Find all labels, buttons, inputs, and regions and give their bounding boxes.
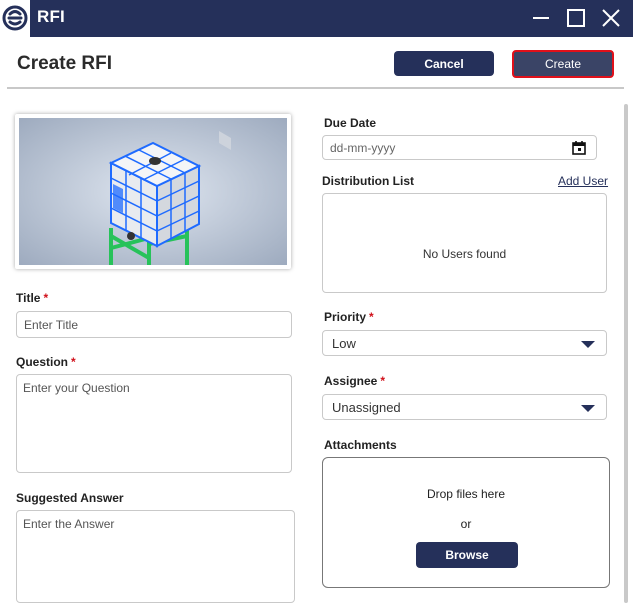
title-input[interactable]: Enter Title xyxy=(16,311,292,338)
due-date-label: Due Date xyxy=(324,116,377,130)
question-textarea[interactable]: Enter your Question xyxy=(16,374,292,473)
preview-image xyxy=(15,114,291,269)
cancel-button[interactable]: Cancel xyxy=(394,51,494,76)
suggested-answer-textarea[interactable]: Enter the Answer xyxy=(16,510,295,603)
page-title: Create RFI xyxy=(17,53,113,74)
priority-selected-value: Low xyxy=(332,335,356,351)
attachments-dropzone[interactable]: Drop files here or Browse xyxy=(322,457,610,588)
assignee-label: Assignee * xyxy=(324,374,386,388)
or-text: or xyxy=(460,517,472,531)
priority-select[interactable]: Low xyxy=(322,330,607,356)
window-title: RFI xyxy=(37,7,65,26)
required-mark: * xyxy=(71,355,76,369)
drop-files-text: Drop files here xyxy=(426,487,506,501)
distribution-list-box: No Users found xyxy=(322,193,607,293)
suggested-answer-label: Suggested Answer xyxy=(16,491,124,505)
title-label: Title * xyxy=(16,291,49,305)
calendar-icon[interactable] xyxy=(572,141,586,155)
attachments-label: Attachments xyxy=(324,438,397,452)
chevron-down-icon xyxy=(581,405,595,412)
assignee-select[interactable]: Unassigned xyxy=(322,394,607,420)
minimize-button[interactable] xyxy=(528,6,554,30)
empty-state-text: No Users found xyxy=(422,247,507,261)
required-mark: * xyxy=(43,291,49,305)
window-titlebar: RFI xyxy=(0,0,633,37)
app-logo-icon xyxy=(0,0,30,37)
distribution-list-label: Distribution List xyxy=(322,174,414,188)
close-button[interactable] xyxy=(598,6,624,30)
header-divider xyxy=(7,87,624,89)
priority-label: Priority * xyxy=(324,310,374,324)
due-date-placeholder: dd-mm-yyyy xyxy=(330,140,396,155)
browse-button[interactable]: Browse xyxy=(416,542,518,568)
assignee-selected-value: Unassigned xyxy=(332,399,401,415)
chevron-down-icon xyxy=(581,341,595,348)
create-button[interactable]: Create xyxy=(512,50,614,78)
maximize-button[interactable] xyxy=(563,6,589,30)
due-date-input[interactable]: dd-mm-yyyy xyxy=(322,135,597,160)
add-user-link[interactable]: Add User xyxy=(558,174,608,188)
vertical-scrollbar[interactable] xyxy=(624,104,628,603)
required-mark: * xyxy=(380,374,386,388)
required-mark: * xyxy=(369,310,374,324)
question-label: Question * xyxy=(16,355,76,369)
water-tank-illustration xyxy=(19,118,287,265)
